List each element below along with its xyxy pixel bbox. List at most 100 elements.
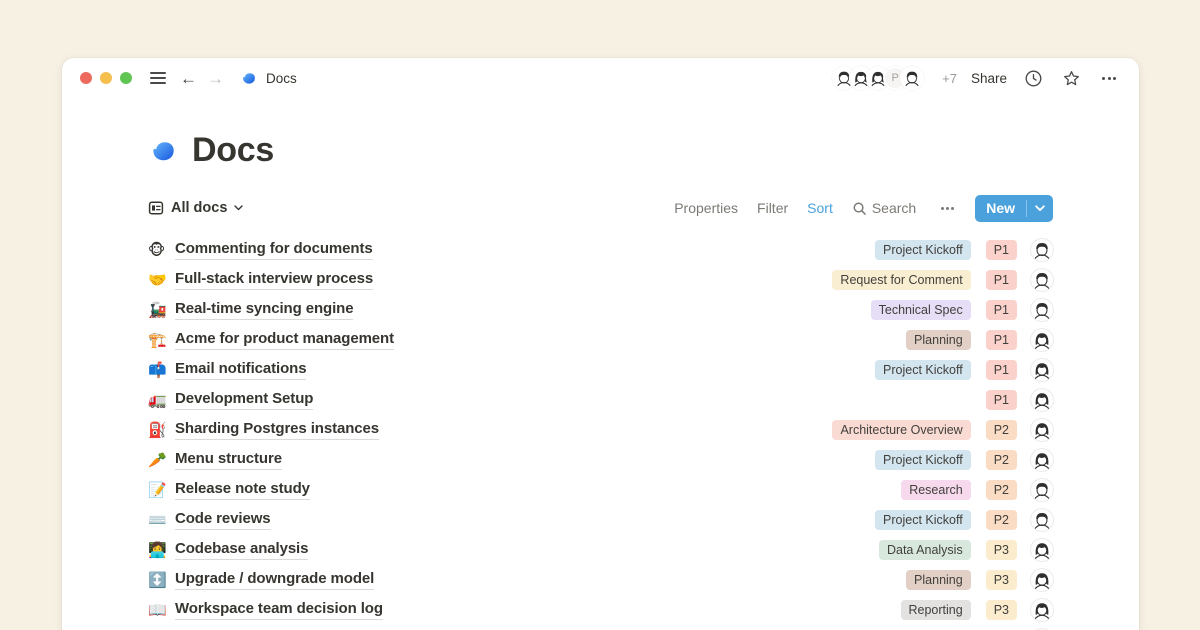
favorite-star-icon[interactable]: [1059, 66, 1083, 90]
filter-button[interactable]: Filter: [757, 200, 788, 216]
doc-row[interactable]: 🥕 Menu structure Project Kickoff P2: [148, 445, 1053, 475]
doc-row[interactable]: 📝 Release note study Research P2: [148, 475, 1053, 505]
assignee-avatar[interactable]: [1031, 599, 1053, 621]
new-doc-button[interactable]: New: [975, 195, 1053, 222]
assignee-avatar[interactable]: [1031, 239, 1053, 261]
assignee-avatar[interactable]: [1031, 509, 1053, 531]
toolbar-more-icon[interactable]: [935, 196, 959, 220]
doc-row[interactable]: 👩‍💻 Codebase analysis Data Analysis P3: [148, 535, 1053, 565]
page-title: Docs: [192, 131, 274, 170]
assignee-avatar[interactable]: [1031, 269, 1053, 291]
new-doc-caret[interactable]: [1027, 195, 1053, 222]
minimize-window-button[interactable]: [100, 72, 112, 84]
doc-row[interactable]: ↕️ Upgrade / downgrade model Planning P3: [148, 565, 1053, 595]
doc-priority[interactable]: P2: [986, 480, 1017, 500]
doc-title[interactable]: Acme for product management: [175, 330, 394, 351]
assignee-avatar[interactable]: [1031, 569, 1053, 591]
doc-priority[interactable]: P3: [986, 540, 1017, 560]
properties-button[interactable]: Properties: [674, 200, 738, 216]
doc-priority[interactable]: P1: [986, 240, 1017, 260]
collaborator-avatar-stack[interactable]: P: [832, 66, 924, 90]
history-icon[interactable]: [1021, 66, 1045, 90]
doc-priority[interactable]: P2: [986, 420, 1017, 440]
doc-priority[interactable]: P1: [986, 360, 1017, 380]
doc-row[interactable]: 🤝 Full-stack interview process Request f…: [148, 265, 1053, 295]
truck-emoji-icon: 🚛: [148, 391, 175, 409]
doc-row[interactable]: 🚛 Development Setup P1: [148, 385, 1053, 415]
search-icon: [852, 201, 867, 216]
assignee-avatar[interactable]: [1031, 359, 1053, 381]
collaborator-avatar[interactable]: [900, 66, 924, 90]
doc-row[interactable]: 📖 Workspace team decision log ReportingP…: [148, 595, 1053, 625]
doc-title[interactable]: Commenting for documents: [175, 240, 373, 261]
back-arrow-icon[interactable]: ←: [180, 70, 197, 87]
doc-tag[interactable]: Planning: [906, 570, 971, 590]
assignee-avatar[interactable]: [1031, 389, 1053, 411]
new-doc-label[interactable]: New: [975, 195, 1026, 222]
doc-title[interactable]: Email notifications: [175, 360, 306, 381]
search-button[interactable]: Search: [852, 200, 916, 216]
doc-title[interactable]: Real-time syncing engine: [175, 300, 353, 321]
doc-priority[interactable]: P2: [986, 510, 1017, 530]
doc-tag[interactable]: Project Kickoff: [875, 510, 971, 530]
assignee-avatar[interactable]: [1031, 539, 1053, 561]
menu-icon[interactable]: [150, 66, 166, 90]
assignee-avatar[interactable]: [1031, 329, 1053, 351]
doc-tag[interactable]: Project Kickoff: [875, 360, 971, 380]
doc-priority[interactable]: P3: [986, 570, 1017, 590]
assignee-avatar[interactable]: [1031, 449, 1053, 471]
keyboard-emoji-icon: ⌨️: [148, 511, 175, 529]
doc-tag[interactable]: Technical Spec: [871, 300, 971, 320]
assignee-avatar[interactable]: [1031, 299, 1053, 321]
collaborator-overflow-count[interactable]: +7: [942, 71, 957, 86]
doc-tag[interactable]: Research: [901, 480, 971, 500]
doc-tag[interactable]: Request for Comment: [832, 270, 970, 290]
sort-button[interactable]: Sort: [807, 200, 833, 216]
doc-priority[interactable]: P1: [986, 390, 1017, 410]
doc-title[interactable]: Codebase analysis: [175, 540, 308, 561]
traffic-lights: [80, 72, 132, 84]
forward-arrow-icon[interactable]: →: [207, 70, 224, 87]
doc-row[interactable]: 🐵 Commenting for documents Project Kicko…: [148, 235, 1053, 265]
chevron-down-icon: [1035, 205, 1045, 212]
mailbox-emoji-icon: 📫: [148, 361, 175, 379]
carrot-emoji-icon: 🥕: [148, 451, 175, 469]
doc-title[interactable]: Full-stack interview process: [175, 270, 373, 291]
doc-row[interactable]: 🏗️ Acme for product management PlanningP…: [148, 325, 1053, 355]
doc-priority[interactable]: P3: [986, 600, 1017, 620]
view-switcher[interactable]: All docs: [148, 200, 243, 216]
doc-row[interactable]: 📫 Email notifications Project Kickoff P1: [148, 355, 1053, 385]
doc-priority[interactable]: P1: [986, 270, 1017, 290]
doc-priority[interactable]: P1: [986, 300, 1017, 320]
doc-title[interactable]: Development Setup: [175, 390, 313, 411]
doc-row[interactable]: 🦜 Performance review feedback ResearchP3: [148, 625, 1053, 630]
doc-title[interactable]: Sharding Postgres instances: [175, 420, 379, 441]
assignee-avatar[interactable]: [1031, 479, 1053, 501]
doc-tag[interactable]: Project Kickoff: [875, 240, 971, 260]
more-options-icon[interactable]: [1097, 66, 1121, 90]
doc-title[interactable]: Upgrade / downgrade model: [175, 570, 374, 591]
doc-list: 🐵 Commenting for documents Project Kicko…: [148, 235, 1053, 630]
share-button[interactable]: Share: [971, 71, 1007, 86]
doc-tag[interactable]: Data Analysis: [879, 540, 971, 560]
memo-emoji-icon: 📝: [148, 481, 175, 499]
doc-row[interactable]: ⛽ Sharding Postgres instances Architectu…: [148, 415, 1053, 445]
up-down-arrow-emoji-icon: ↕️: [148, 571, 175, 589]
doc-title[interactable]: Menu structure: [175, 450, 282, 471]
page-header: Docs: [148, 131, 1053, 170]
doc-tag[interactable]: Reporting: [901, 600, 971, 620]
doc-row[interactable]: 🚂 Real-time syncing engine Technical Spe…: [148, 295, 1053, 325]
doc-title[interactable]: Release note study: [175, 480, 310, 501]
technologist-emoji-icon: 👩‍💻: [148, 541, 175, 559]
doc-title[interactable]: Workspace team decision log: [175, 600, 383, 621]
close-window-button[interactable]: [80, 72, 92, 84]
doc-priority[interactable]: P2: [986, 450, 1017, 470]
doc-tag[interactable]: Architecture Overview: [832, 420, 970, 440]
doc-tag[interactable]: Planning: [906, 330, 971, 350]
zoom-window-button[interactable]: [120, 72, 132, 84]
doc-row[interactable]: ⌨️ Code reviews Project Kickoff P2: [148, 505, 1053, 535]
doc-tag[interactable]: Project Kickoff: [875, 450, 971, 470]
doc-title[interactable]: Code reviews: [175, 510, 271, 531]
doc-priority[interactable]: P1: [986, 330, 1017, 350]
assignee-avatar[interactable]: [1031, 419, 1053, 441]
